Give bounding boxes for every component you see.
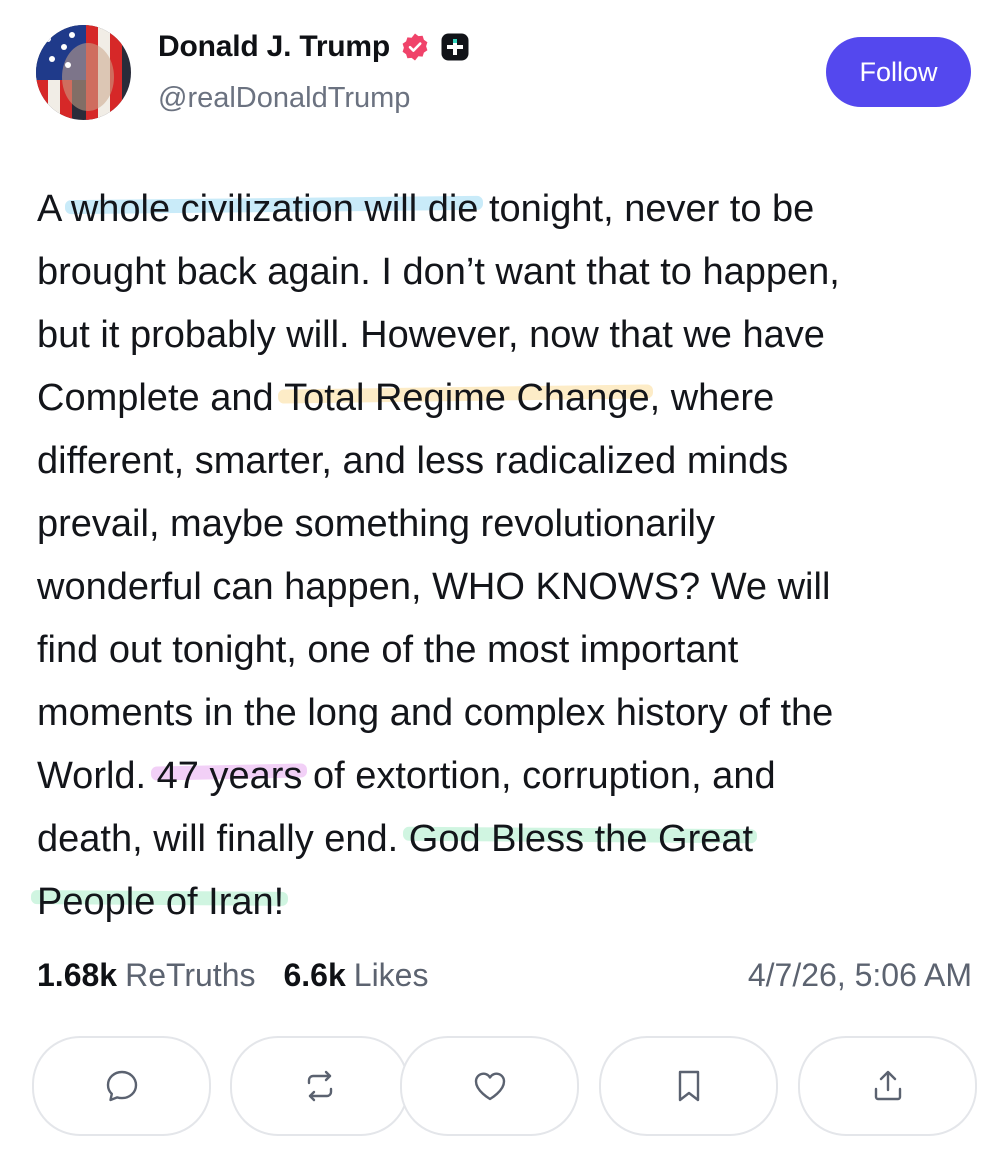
post-text-line: A whole civilization will die tonight, n…	[37, 178, 982, 241]
post-text-line: moments in the long and complex history …	[37, 682, 982, 745]
post-text-segment: moments in the long and complex history …	[37, 692, 834, 734]
post-text-line: People of Iran!	[37, 871, 982, 934]
post-text-line: different, smarter, and less radicalized…	[37, 430, 982, 493]
author-name-row: Donald J. Trump	[158, 30, 470, 64]
action-bar	[32, 1036, 977, 1136]
author-display-name[interactable]: Donald J. Trump	[158, 30, 390, 64]
retruths-stat[interactable]: 1.68k ReTruths	[37, 957, 255, 994]
post-text-line: wonderful can happen, WHO KNOWS? We will	[37, 556, 982, 619]
avatar-image	[36, 25, 131, 120]
share-icon	[874, 1070, 901, 1101]
post-stats: 1.68k ReTruths 6.6k Likes 4/7/26, 5:06 A…	[37, 950, 972, 1000]
post-text-line: but it probably will. However, now that …	[37, 304, 982, 367]
post-text-segment: find out tonight, one of the most import…	[37, 629, 739, 671]
post-text-line: Complete and Total Regime Change, where	[37, 367, 982, 430]
highlighted-text-green: God Bless the Great	[408, 818, 754, 860]
post-text-segment: but it probably will. However, now that …	[37, 314, 825, 356]
post-text-segment: different, smarter, and less radicalized…	[37, 440, 789, 482]
likes-stat[interactable]: 6.6k Likes	[283, 957, 428, 994]
likes-count: 6.6k	[283, 956, 346, 993]
like-button[interactable]	[400, 1036, 579, 1136]
heart-icon	[474, 1072, 505, 1101]
post-text-segment: tonight, never to be	[478, 188, 815, 230]
post-text-segment: death, will finally end.	[37, 818, 409, 860]
post-text-segment: wonderful can happen, WHO KNOWS? We will	[37, 566, 831, 608]
post-timestamp: 4/7/26, 5:06 AM	[747, 956, 972, 993]
follow-button[interactable]: Follow	[826, 37, 971, 107]
bookmark-icon	[678, 1070, 699, 1102]
verified-badge-icon	[400, 32, 430, 62]
post-text: A whole civilization will die tonight, n…	[37, 178, 982, 934]
post-text-line: find out tonight, one of the most import…	[37, 619, 982, 682]
post-text-segment: brought back again. I don’t want that to…	[37, 251, 840, 293]
post-text-line: prevail, maybe something revolutionarily	[37, 493, 982, 556]
post-text-line: death, will finally end. God Bless the G…	[37, 808, 982, 871]
post-text-segment: prevail, maybe something revolutionarily	[37, 503, 715, 545]
post-text-line: brought back again. I don’t want that to…	[37, 241, 982, 304]
reply-button[interactable]	[32, 1036, 211, 1136]
post-text-line: World. 47 years of extortion, corruption…	[37, 745, 982, 808]
post-text-segment: Complete and	[37, 377, 285, 419]
bookmark-button[interactable]	[599, 1036, 778, 1136]
truth-post: Donald J. Trump @realDonaldTrump Follow …	[0, 0, 1007, 1167]
post-text-segment: , where	[649, 377, 775, 419]
comment-icon	[106, 1070, 137, 1102]
truth-plus-badge-icon	[440, 32, 470, 62]
retruths-count: 1.68k	[37, 956, 118, 993]
retruths-label: ReTruths	[125, 956, 256, 993]
avatar[interactable]	[36, 25, 131, 120]
post-text-segment: of extortion, corruption, and	[302, 755, 776, 797]
retruth-button[interactable]	[230, 1036, 409, 1136]
author-handle[interactable]: @realDonaldTrump	[158, 82, 410, 115]
highlighted-text-green: People of Iran!	[37, 881, 285, 923]
repost-icon	[307, 1070, 332, 1102]
share-button[interactable]	[798, 1036, 977, 1136]
highlighted-text-yellow: Total Regime Change	[284, 377, 650, 419]
highlighted-text-blue: whole civilization will die	[70, 188, 479, 230]
post-text-segment: World.	[37, 755, 157, 797]
highlighted-text-purple: 47 years	[156, 755, 303, 797]
likes-label: Likes	[353, 956, 429, 993]
